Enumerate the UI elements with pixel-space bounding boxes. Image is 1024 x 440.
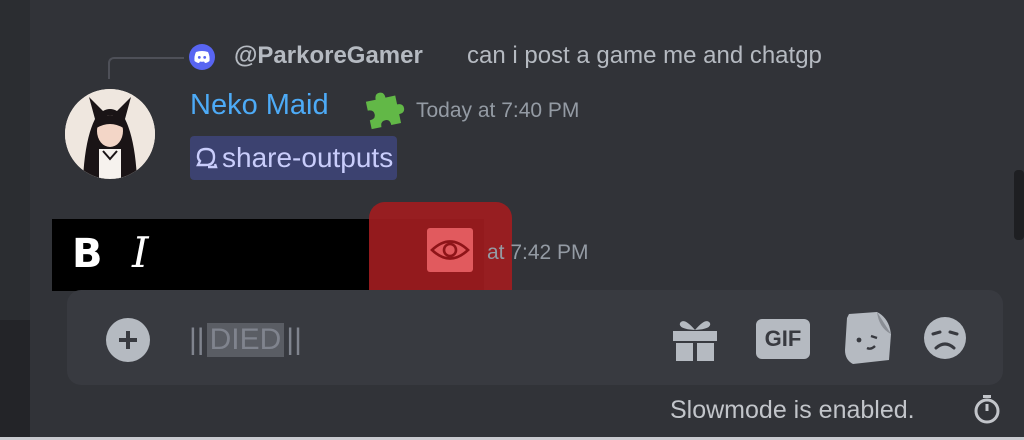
message-input-text[interactable]: || DIED ||	[189, 316, 302, 364]
sticker-icon[interactable]	[841, 310, 893, 366]
italic-button[interactable]: I	[132, 229, 149, 277]
reply-username[interactable]: @ParkoreGamer	[234, 42, 423, 70]
message-timestamp[interactable]: Today at 7:40 PM	[416, 99, 579, 123]
reply-preview-text[interactable]: can i post a game me and chatgp	[467, 42, 822, 70]
upload-button[interactable]	[106, 318, 150, 362]
scrollbar[interactable]	[1014, 170, 1024, 240]
slowmode-notice: Slowmode is enabled.	[670, 396, 915, 424]
gift-icon[interactable]	[670, 315, 720, 363]
avatar[interactable]	[65, 89, 155, 179]
discord-logo-icon	[189, 44, 215, 70]
next-message-timestamp[interactable]: at 7:42 PM	[487, 241, 589, 265]
spoiler-close-markup: ||	[286, 323, 302, 356]
thread-icon	[196, 147, 218, 169]
emoji-icon[interactable]	[922, 315, 968, 361]
channel-mention-label: share-outputs	[222, 142, 394, 173]
eye-icon	[430, 240, 470, 260]
spoiler-text: DIED	[206, 323, 285, 357]
puzzle-piece-icon[interactable]	[362, 90, 408, 130]
spoiler-button[interactable]	[427, 228, 473, 272]
reply-connector	[108, 57, 184, 79]
server-sidebar-edge	[0, 320, 30, 440]
gif-button[interactable]: GIF	[756, 319, 810, 359]
author-name[interactable]: Neko Maid	[190, 89, 329, 122]
plus-icon	[119, 331, 137, 349]
spoiler-open-markup: ||	[189, 323, 205, 356]
timer-icon	[974, 395, 1000, 424]
channel-mention[interactable]: share-outputs	[190, 136, 398, 180]
bold-button[interactable]: B	[72, 231, 103, 277]
